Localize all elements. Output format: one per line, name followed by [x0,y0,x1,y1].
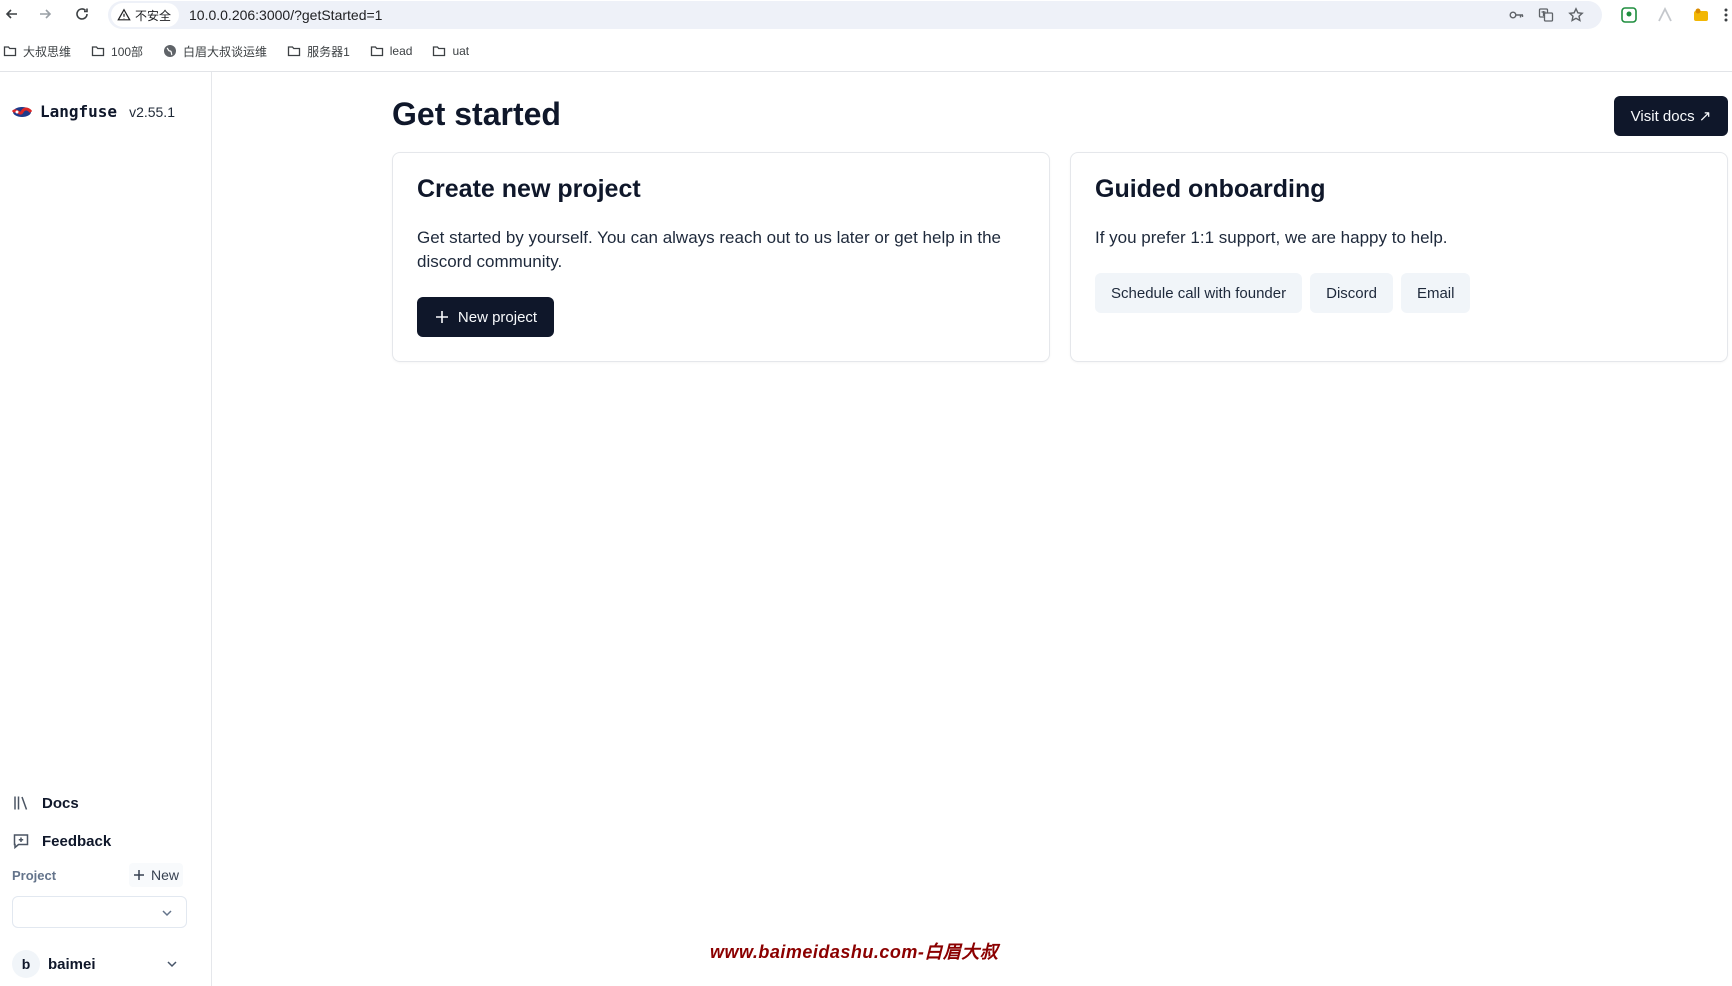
sidebar-item-feedback[interactable]: Feedback [12,832,111,850]
folder-icon [433,46,446,57]
message-square-plus-icon [13,834,29,850]
bookmark-folder[interactable]: 100部 [91,43,143,60]
plus-icon [134,870,144,880]
reload-button[interactable] [70,2,94,26]
extension-button-1[interactable] [1618,4,1640,26]
folder-icon [370,46,383,57]
sidebar-item-label: Feedback [42,832,112,850]
chevron-down-icon [162,910,172,917]
library-icon [14,796,28,810]
extension-a-icon [1658,6,1672,22]
bookmark-label: lead [389,44,413,58]
password-key-button[interactable] [1506,5,1526,25]
bookmark-label: 100部 [111,44,144,59]
avatar: b [12,950,40,978]
page-title: Get started [392,96,561,132]
warning-icon [117,8,131,21]
bookmark-label: 大叔思维 [23,44,72,59]
project-select[interactable] [12,896,187,928]
bookmark-folder[interactable]: lead [370,44,413,58]
translate-button[interactable] [1536,5,1556,25]
security-label: 不安全 [135,8,172,23]
new-project-label: New project [457,308,538,326]
sidebar-item-label: Docs [42,794,79,812]
extension-button-2[interactable] [1654,4,1676,26]
browser-toolbar: 不安全 10.0.0.206:3000/?getStarted=1 [0,0,1732,29]
folder-icon [287,46,301,57]
visit-docs-button[interactable]: Visit docs ↗ [1614,96,1728,136]
more-vert-icon [1724,8,1728,22]
watermark: www.baimeidashu.com-白眉大叔 [710,942,999,962]
menu-button[interactable] [1720,4,1732,26]
browser-divider [0,71,1732,72]
bookmark-label: 服务器1 [307,44,350,59]
project-section-label: Project [12,868,57,883]
brand[interactable]: Langfuse v2.55.1 [12,102,175,121]
back-button[interactable] [0,2,24,26]
bookmark-label: 白眉大叔谈运维 [183,44,268,59]
extension-yellow-icon [1694,8,1708,21]
new-project-sidebar-button[interactable]: New [129,863,184,887]
bookmark-label: uat [452,44,470,58]
guided-onboarding-card: Guided onboarding If you prefer 1:1 supp… [1070,152,1728,362]
discord-button[interactable]: Discord [1310,273,1393,313]
bookmark-folder[interactable]: 大叔思维 [3,43,71,60]
schedule-call-button[interactable]: Schedule call with founder [1095,273,1303,313]
sidebar-item-docs[interactable]: Docs [12,794,79,812]
reload-icon [76,8,88,20]
chevron-down-icon [167,961,177,968]
card-title: Guided onboarding [1095,175,1326,203]
user-menu[interactable]: b baimei [12,948,187,980]
user-name: baimei [48,955,96,973]
bookmark-folder[interactable]: 服务器1 [287,43,350,60]
extension-button-3[interactable] [1690,4,1712,26]
card-title: Create new project [417,175,641,203]
card-description: If you prefer 1:1 support, we are happy … [1095,228,1448,247]
bookmark-folder[interactable]: uat [432,44,469,58]
star-icon [1568,7,1584,22]
forward-button[interactable] [33,2,57,26]
plus-icon [435,311,448,323]
arrow-left-icon [5,9,17,19]
bookmark-star-button[interactable] [1566,5,1586,25]
key-icon [1509,11,1524,19]
langfuse-logo-icon [12,104,32,120]
create-project-card: Create new project Get started by yourse… [392,152,1050,362]
new-project-button[interactable]: New project [417,297,554,337]
extension-green-icon [1621,7,1637,23]
folder-icon [91,46,105,57]
brand-name: Langfuse [40,102,118,121]
arrow-right-icon [40,9,52,19]
url-text[interactable]: 10.0.0.206:3000/?getStarted=1 [189,7,382,23]
support-buttons: Schedule call with founder Discord Email [1095,273,1471,313]
globe-icon [164,45,177,57]
version-label: v2.55.1 [129,103,175,120]
bookmark-link[interactable]: 白眉大叔谈运维 [163,43,267,60]
sidebar: Langfuse v2.55.1 Docs Feedback Project N… [0,72,212,986]
folder-icon [3,46,17,57]
security-chip[interactable]: 不安全 [111,3,180,27]
bookmarks-bar: 大叔思维 100部 白眉大叔谈运维 服务器1 lead uat [0,39,1732,63]
new-label: New [151,867,180,883]
card-description: Get started by yourself. You can always … [417,228,1002,271]
translate-icon [1538,8,1554,22]
email-button[interactable]: Email [1400,273,1471,313]
address-bar[interactable]: 不安全 10.0.0.206:3000/?getStarted=1 [108,1,1602,29]
